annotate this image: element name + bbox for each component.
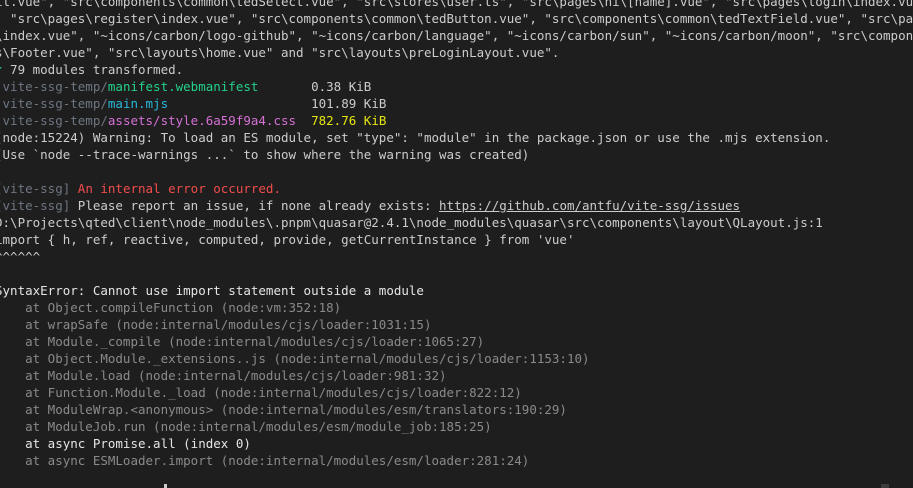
output-line: s\Footer.vue", "src\layouts\home.vue" an… <box>0 45 560 60</box>
code-line: import { h, ref, reactive, computed, pro… <box>0 232 575 247</box>
stack-frame-highlighted: at async Promise.all (index 0) <box>0 436 251 451</box>
output-dir: .vite-ssg-temp/ <box>0 113 108 128</box>
report-text: Please report an issue, if none already … <box>70 198 440 213</box>
error-message: An internal error occurred. <box>70 181 281 196</box>
stack-frame: at async ESMLoader.import (node:internal… <box>0 453 530 468</box>
syntax-error-line: SyntaxError: Cannot use import statement… <box>0 283 424 298</box>
stack-frame: at wrapSafe (node:internal/modules/cjs/l… <box>0 317 432 332</box>
stack-frame: at Module.load (node:internal/modules/cj… <box>0 368 447 383</box>
report-line: [vite-ssg] Please report an issue, if no… <box>0 197 913 214</box>
output-padding <box>168 96 311 111</box>
build-output-row: .vite-ssg-temp/main.mjs 101.89 KiB <box>0 95 913 112</box>
output-line: il.vue", "src\components\common\tedSelec… <box>0 0 913 9</box>
error-line: [vite-ssg] An internal error occurred. <box>0 180 913 197</box>
output-file: manifest.webmanifest <box>107 79 259 94</box>
issues-link[interactable]: https://github.com/antfu/vite-ssg/issues <box>439 198 740 213</box>
stack-frame: at Module._compile (node:internal/module… <box>0 334 485 349</box>
terminal-panel[interactable]: il.vue", "src\components\common\tedSelec… <box>0 0 913 488</box>
output-line: , "src\pages\register\index.vue", "src\c… <box>0 11 913 26</box>
error-tag: [vite-ssg] <box>0 198 71 213</box>
file-path-line[interactable]: D:\Projects\qted\client\node_modules\.pn… <box>0 214 913 231</box>
output-line: \index.vue", "~icons/carbon/logo-github"… <box>0 28 913 43</box>
caret-line: ^^^^^^ <box>0 249 41 264</box>
stack-frame: at ModuleWrap.<anonymous> (node:internal… <box>0 402 567 417</box>
output-file: assets/style.6a59f9a4.css <box>107 113 297 128</box>
warning-line: (node:15224) Warning: To load an ES modu… <box>0 130 831 145</box>
warning-line: (Use `node --trace-warnings ...` to show… <box>0 147 530 162</box>
output-file: main.mjs <box>107 96 169 111</box>
output-padding <box>258 79 311 94</box>
build-output-row: .vite-ssg-temp/assets/style.6a59f9a4.css… <box>0 112 913 129</box>
stack-frame: at Object.Module._extensions..js (node:i… <box>0 351 590 366</box>
error-tag: [vite-ssg] <box>0 181 71 196</box>
transform-status-line: ✓ 79 modules transformed. <box>0 61 913 78</box>
terminal-cursor <box>164 484 167 488</box>
output-padding <box>296 113 311 128</box>
terminal-output: il.vue", "src\components\common\tedSelec… <box>0 0 913 469</box>
scrollbar-thumb[interactable] <box>881 484 889 488</box>
output-size: 101.89 KiB <box>311 96 387 111</box>
stack-frame: at Function.Module._load (node:internal/… <box>0 385 522 400</box>
stack-frame: at ModuleJob.run (node:internal/modules/… <box>0 419 492 434</box>
output-size: 0.38 KiB <box>311 79 372 94</box>
output-dir: .vite-ssg-temp/ <box>0 96 108 111</box>
transform-text: 79 modules transformed. <box>2 62 184 77</box>
output-size: 782.76 KiB <box>311 113 387 128</box>
build-output-row: .vite-ssg-temp/manifest.webmanifest 0.38… <box>0 78 913 95</box>
output-dir: .vite-ssg-temp/ <box>0 79 108 94</box>
stack-frame: at Object.compileFunction (node:vm:352:1… <box>0 300 342 315</box>
